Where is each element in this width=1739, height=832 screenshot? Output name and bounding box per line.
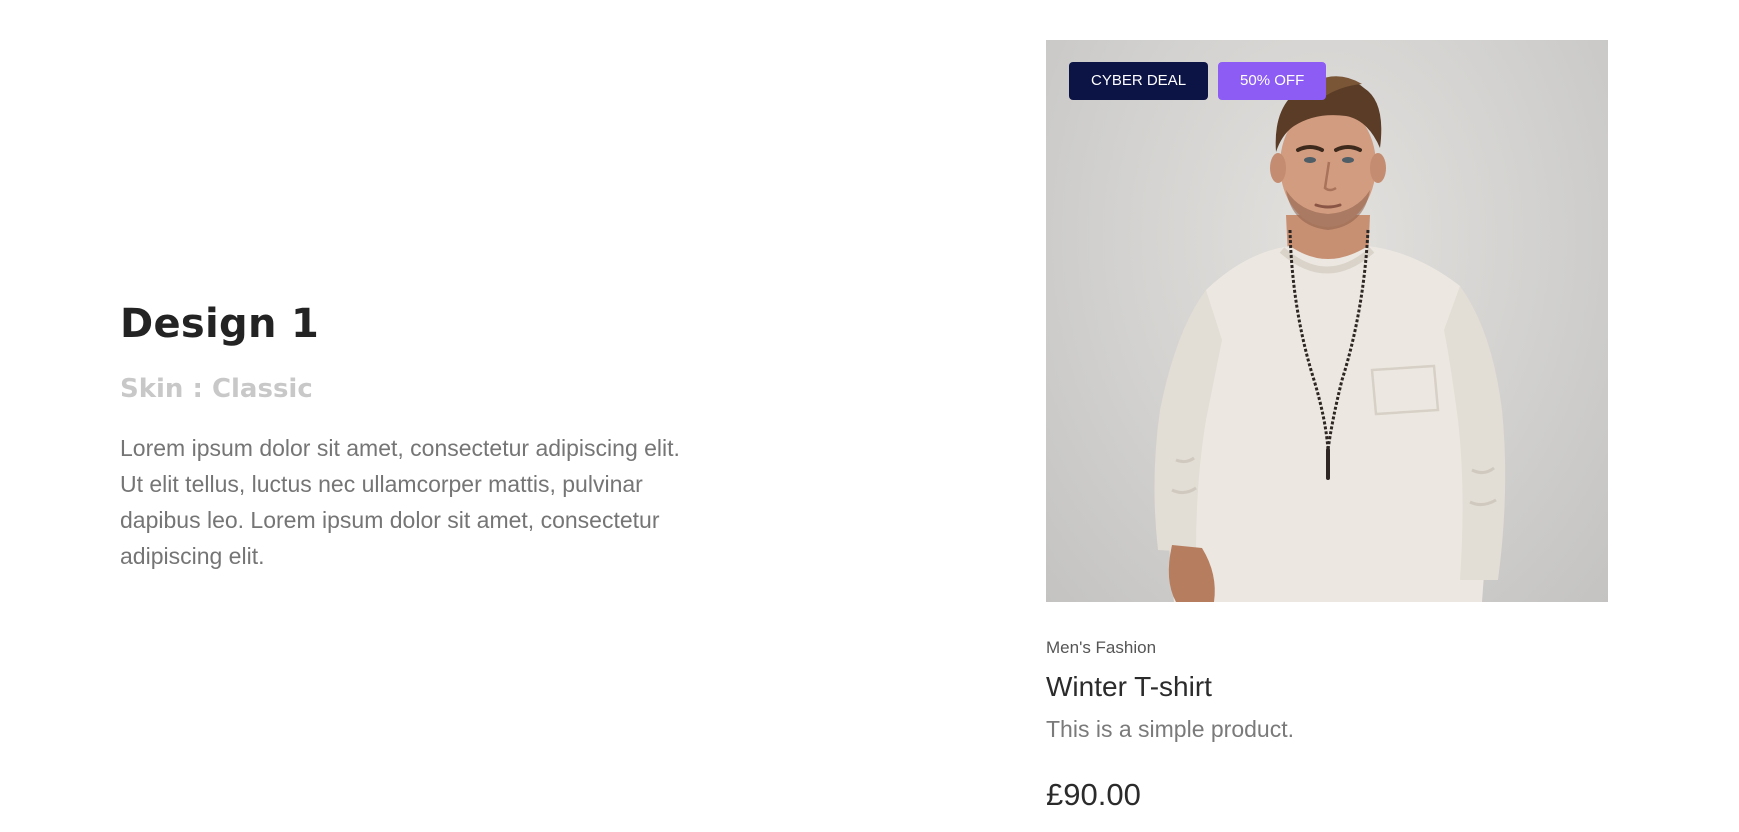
discount-badge: 50% OFF [1218, 62, 1327, 100]
product-image[interactable]: CYBER DEAL 50% OFF [1046, 40, 1608, 602]
product-description: This is a simple product. [1046, 716, 1294, 742]
product-category[interactable]: Men's Fashion [1046, 637, 1608, 659]
intro-description: Lorem ipsum dolor sit amet, consectetur … [120, 435, 680, 569]
product-photo-model [1154, 76, 1506, 602]
cyber-deal-badge: CYBER DEAL [1069, 62, 1209, 100]
product-card[interactable]: CYBER DEAL 50% OFF Men's Fashion Winter … [1046, 40, 1608, 815]
intro-section: Design 1 Skin : Classic Lorem ipsum dolo… [120, 298, 680, 574]
product-price: £90.00 [1046, 777, 1141, 812]
design-title: Design 1 [120, 301, 320, 347]
product-title[interactable]: Winter T-shirt [1046, 669, 1608, 705]
skin-label: Skin : Classic [120, 374, 313, 404]
badge-group: CYBER DEAL 50% OFF [1069, 62, 1327, 100]
